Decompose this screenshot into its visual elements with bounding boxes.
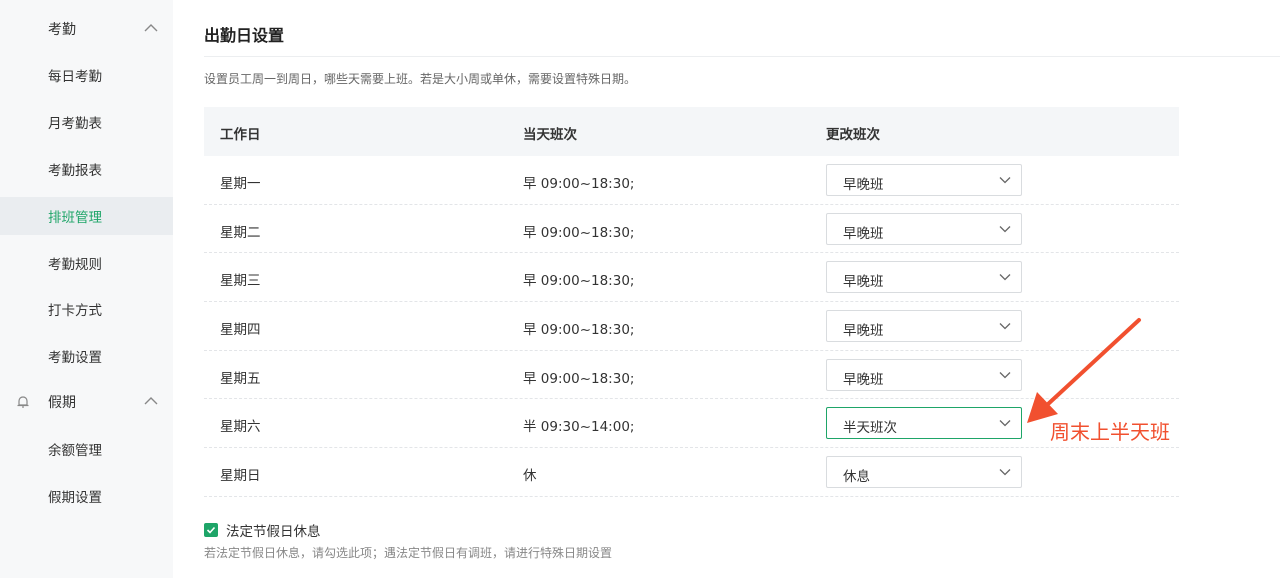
holiday-rest-checkbox[interactable]: [204, 523, 218, 537]
weekday-cell: 星期六: [220, 419, 261, 436]
chevron-down-icon: [999, 323, 1011, 330]
nav-group-label: 考勤: [48, 22, 76, 38]
table-row: 星期三 早 09:00~18:30; 早晚班: [204, 253, 1179, 303]
chevron-down-icon: [999, 274, 1011, 281]
shift-select[interactable]: 早晚班: [826, 310, 1022, 343]
shift-select[interactable]: 半天班次: [826, 407, 1022, 440]
sidebar-item-balance-management[interactable]: 余额管理: [0, 430, 173, 468]
weekday-cell: 星期五: [220, 370, 261, 387]
column-header-current-shift: 当天班次: [523, 127, 577, 143]
shift-cell: 早 09:00~18:30;: [523, 322, 635, 339]
table-row: 星期六 半 09:30~14:00; 半天班次: [204, 399, 1179, 449]
weekday-cell: 星期日: [220, 468, 261, 485]
shift-cell: 半 09:30~14:00;: [523, 419, 635, 436]
sidebar-item-daily-attendance[interactable]: 每日考勤: [0, 56, 173, 94]
column-header-change-shift: 更改班次: [826, 127, 880, 143]
shift-select-value: 半天班次: [843, 420, 897, 437]
sidebar-item-monthly-sheet[interactable]: 月考勤表: [0, 103, 173, 141]
table-row: 星期二 早 09:00~18:30; 早晚班: [204, 205, 1179, 254]
annotation-text: 周末上半天班: [1050, 420, 1170, 444]
main-content: 出勤日设置 设置员工周一到周日，哪些天需要上班。若是大小周或单休，需要设置特殊日…: [173, 0, 1280, 578]
table-row: 星期一 早 09:00~18:30; 早晚班: [204, 156, 1179, 205]
checkmark-icon: [206, 526, 216, 534]
sidebar-item-attendance-report[interactable]: 考勤报表: [0, 150, 173, 188]
chevron-down-icon: [999, 225, 1011, 233]
shift-select-value: 早晚班: [843, 323, 884, 340]
holiday-rest-hint: 若法定节假日休息，请勾选此项；遇法定节假日有调班，请进行特殊日期设置: [204, 546, 613, 560]
shift-cell: 早 09:00~18:30;: [523, 370, 635, 387]
chevron-down-icon: [999, 177, 1011, 184]
sidebar: 考勤 每日考勤 月考勤表 考勤报表 排班管理 考勤规则 打卡方式 考勤设置 假期…: [0, 0, 173, 578]
shift-select-value: 早晚班: [843, 371, 884, 388]
sidebar-item-attendance-settings[interactable]: 考勤设置: [0, 337, 173, 375]
chevron-down-icon: [999, 469, 1011, 476]
chevron-up-icon[interactable]: [144, 396, 158, 406]
sidebar-item-clock-in-methods[interactable]: 打卡方式: [0, 290, 173, 328]
table-header: 工作日 当天班次 更改班次: [204, 107, 1179, 156]
weekday-cell: 星期四: [220, 322, 261, 339]
sidebar-item-shift-management[interactable]: 排班管理: [0, 197, 173, 235]
shift-cell: 休: [523, 468, 537, 485]
shift-select[interactable]: 早晚班: [826, 164, 1022, 196]
shift-select-value: 早晚班: [843, 274, 884, 291]
nav-group-label: 假期: [48, 395, 76, 411]
column-header-workday: 工作日: [220, 127, 261, 143]
sidebar-item-attendance-rules[interactable]: 考勤规则: [0, 244, 173, 282]
nav-group-attendance[interactable]: 考勤: [0, 7, 173, 51]
shift-select[interactable]: 休息: [826, 456, 1022, 489]
page-title: 出勤日设置: [204, 26, 285, 45]
sidebar-item-leave-settings[interactable]: 假期设置: [0, 477, 173, 515]
shift-cell: 早 09:00~18:30;: [523, 273, 635, 290]
table-row: 星期日 休 休息: [204, 448, 1179, 497]
chevron-down-icon: [999, 420, 1011, 427]
holiday-rest-option: 法定节假日休息: [204, 521, 321, 540]
shift-cell: 早 09:00~18:30;: [523, 224, 635, 241]
divider: [204, 56, 1280, 57]
bell-icon: [17, 396, 29, 408]
table-row: 星期五 早 09:00~18:30; 早晚班: [204, 351, 1179, 400]
weekday-cell: 星期三: [220, 273, 261, 290]
nav-group-leave[interactable]: 假期: [0, 380, 173, 424]
table-row: 星期四 早 09:00~18:30; 早晚班: [204, 302, 1179, 351]
weekday-cell: 星期二: [220, 224, 261, 241]
workday-table: 工作日 当天班次 更改班次 星期一 早 09:00~18:30; 早晚班 星期二…: [204, 107, 1179, 497]
shift-cell: 早 09:00~18:30;: [523, 176, 635, 192]
chevron-up-icon[interactable]: [144, 23, 158, 33]
chevron-down-icon: [999, 371, 1011, 379]
shift-select-value: 早晚班: [843, 177, 884, 193]
shift-select[interactable]: 早晚班: [826, 261, 1022, 294]
shift-select[interactable]: 早晚班: [826, 212, 1022, 245]
shift-select-value: 早晚班: [843, 225, 884, 242]
weekday-cell: 星期一: [220, 176, 261, 192]
page-description: 设置员工周一到周日，哪些天需要上班。若是大小周或单休，需要设置特殊日期。: [204, 72, 637, 86]
shift-select-value: 休息: [843, 469, 870, 486]
holiday-rest-label: 法定节假日休息: [226, 524, 321, 540]
shift-select[interactable]: 早晚班: [826, 358, 1022, 391]
